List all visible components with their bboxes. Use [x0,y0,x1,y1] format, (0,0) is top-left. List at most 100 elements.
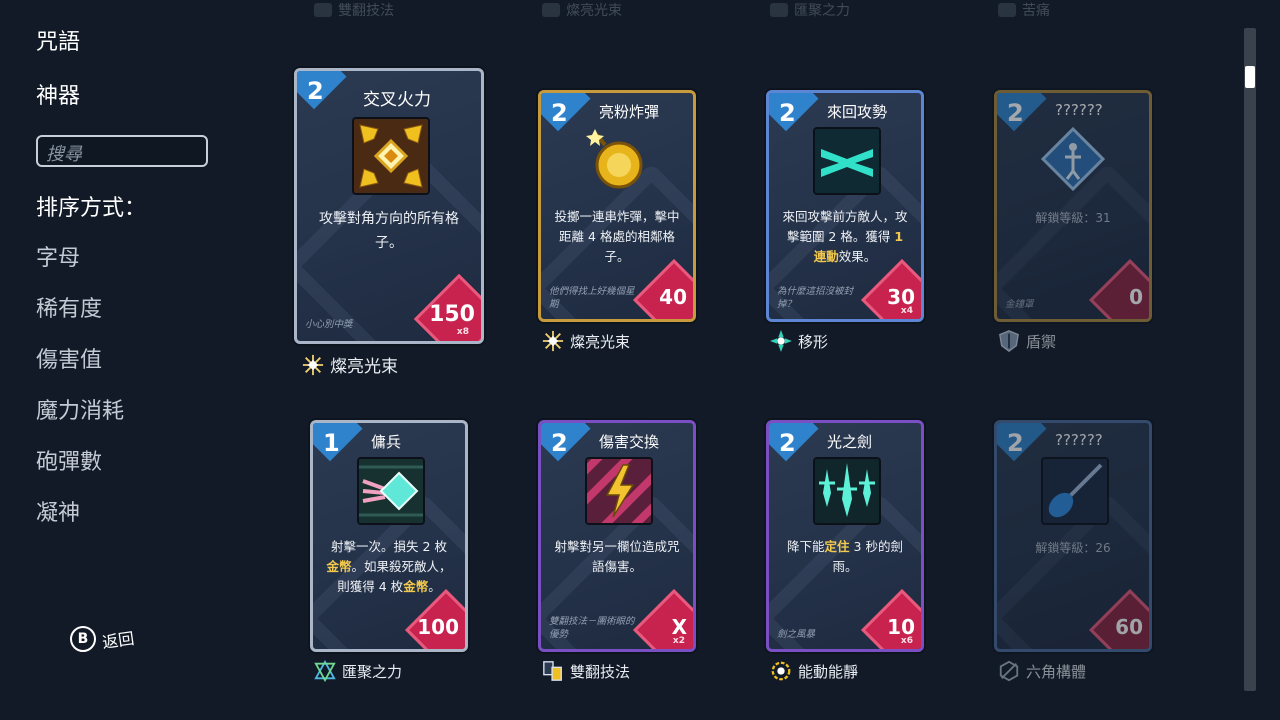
search-input[interactable]: 搜尋 [36,135,208,167]
card-set-back-and-forth: 移形 [770,330,828,352]
cost-number: 60 [1115,615,1143,639]
radiant-beam-icon [302,354,324,375]
level-number: 2 [551,429,568,457]
set-icon [542,3,560,17]
level-number: 2 [307,77,324,105]
spell-card-damage-swap[interactable]: 2 傷害交換 射擊對另一欄位造成咒語傷害。 雙翻技法－團術眼的優勢 X x2 [538,420,696,652]
card-flavor: 為什麼這招沒被封掉？ [777,286,854,310]
cost-multiplier: x8 [456,327,469,337]
set-name: 六角構體 [1026,662,1087,681]
card-description: 投擲一連串炸彈，擊中距離 4 格處的相鄰格子。 [554,209,680,264]
card-flavor: 金鐘罩 [1005,299,1034,310]
unlock-level-text: 解鎖等級：26 [1035,541,1111,555]
b-button-icon: B [70,626,96,652]
sort-rarity[interactable]: 稀有度 [36,291,102,323]
card-frame: 2 亮粉炸彈 投擲一連串炸彈，擊中距離 4 格處的相鄰格子。 他們得找上好幾個星… [538,90,696,322]
set-name: 雙翻技法 [570,662,631,681]
card-flavor: 小心別中獎 [305,319,353,330]
spell-card-locked-1[interactable]: 2 ?????? 解鎖等級：31 金鐘罩 0 [994,90,1152,322]
faded-set: 匯聚之力 [770,0,850,20]
figure-art-icon [1041,127,1105,191]
set-icon [314,3,332,17]
card-description: 射擊一次。損失 2 枚金幣。如果殺死敵人，則獲得 4 枚金幣。 [326,539,452,594]
card-set-mercenary: 匯聚之力 [314,660,402,682]
level-number: 2 [1007,429,1024,457]
staff-art-icon [1041,457,1109,525]
level-number: 1 [323,429,340,457]
back-button[interactable]: B 返回 [70,626,135,652]
spell-card-sword-of-light[interactable]: 2 光之劍 降下能定住 3 秒的劍雨。 劍之風暴 10 x6 [766,420,924,652]
card-flavor: 雙翻技法－團術眼的優勢 [549,616,635,640]
level-number: 2 [551,99,568,127]
card-title: ?????? [1055,101,1103,119]
set-icon [998,3,1016,17]
card-frame: 2 光之劍 降下能定住 3 秒的劍雨。 劍之風暴 10 x6 [766,420,924,652]
cost-multiplier: x6 [900,636,913,646]
card-title: 亮粉炸彈 [599,103,660,121]
card-set-crossfire: 燦亮光束 [302,352,398,377]
nav-spells[interactable]: 咒語 [36,24,80,56]
set-name: 匯聚之力 [342,662,403,681]
scrollbar-thumb[interactable] [1245,66,1255,88]
level-number: 2 [779,429,796,457]
sword-of-light-art-icon [813,457,881,525]
sort-mana-cost[interactable]: 魔力消耗 [36,393,124,425]
card-description: 射擊對另一欄位造成咒語傷害。 [554,539,680,574]
sort-focus[interactable]: 凝神 [36,495,80,527]
back-and-forth-art-icon [813,127,881,195]
spell-card-mercenary[interactable]: 1 傭兵 射擊一次。損失 2 枚金幣。如果殺死敵人，則獲得 4 枚金幣。 100 [310,420,468,652]
set-name: 移形 [798,332,829,351]
card-frame: 2 交叉火力 攻擊對角方向的所有格子。 小心別中獎 150 x8 [294,68,484,344]
set-name: 能動能靜 [798,662,859,681]
card-frame: 2 ?????? 解鎖等級：31 金鐘罩 0 [994,90,1152,322]
card-title: 光之劍 [827,433,873,451]
nav-artifacts[interactable]: 神器 [36,78,80,110]
set-name: 盾禦 [1026,332,1057,351]
faded-set: 燦亮光束 [542,0,622,20]
card-frame: 1 傭兵 射擊一次。損失 2 枚金幣。如果殺死敵人，則獲得 4 枚金幣。 100 [310,420,468,652]
spell-card-glitter-bomb[interactable]: 2 亮粉炸彈 投擲一連串炸彈，擊中距離 4 格處的相鄰格子。 他們得找上好幾個星… [538,90,696,322]
radiant-beam-icon [542,330,564,352]
spell-card-back-and-forth[interactable]: 2 來回攻勢 來回攻擊前方敵人，攻擊範圍 2 格。獲得 1 連動效果。 為什麼這… [766,90,924,322]
sort-damage[interactable]: 傷害值 [36,342,102,374]
level-number: 2 [1007,99,1024,127]
faded-set: 苦痛 [998,0,1050,20]
shield-icon [999,330,1019,352]
sort-alphabet[interactable]: 字母 [36,240,80,272]
sidebar: 咒語 神器 搜尋 排序方式： 字母 稀有度 傷害值 魔力消耗 砲彈數 凝神 B … [0,0,260,720]
bomb-art-icon [585,127,649,191]
faded-set: 雙翻技法 [314,0,394,20]
card-description: 降下能定住 3 秒的劍雨。 [787,539,903,574]
card-description: 來回攻擊前方敵人，攻擊範圍 2 格。獲得 1 連動效果。 [782,209,908,264]
card-title: 來回攻勢 [827,103,888,121]
card-frame: 2 ?????? 解鎖等級：26 60 [994,420,1152,652]
card-frame: 2 來回攻勢 來回攻擊前方敵人，攻擊範圍 2 格。獲得 1 連動效果。 為什麼這… [766,90,924,322]
set-icon [770,3,788,17]
level-number: 2 [779,99,796,127]
spell-card-crossfire[interactable]: 2 交叉火力 攻擊對角方向的所有格子。 小心別中獎 150 x8 [294,68,484,344]
cost-multiplier: x2 [672,636,685,646]
spell-card-locked-2[interactable]: 2 ?????? 解鎖等級：26 60 [994,420,1152,652]
set-name: 燦亮光束 [330,357,398,377]
cost-number: 150 [429,302,475,327]
sort-projectile-count[interactable]: 砲彈數 [36,444,102,476]
card-set-sword-of-light: 能動能靜 [770,660,858,682]
mercenary-art-icon [357,457,425,525]
card-title: ?????? [1055,431,1103,449]
card-set-locked-1: 盾禦 [998,330,1056,352]
card-set-glitter-bomb: 燦亮光束 [542,330,630,352]
set-name: 燦亮光束 [570,332,631,351]
card-description: 攻擊對角方向的所有格子。 [319,211,459,251]
cost-number: 0 [1129,285,1143,309]
card-title: 傷害交換 [599,433,660,451]
card-frame: 2 傷害交換 射擊對另一欄位造成咒語傷害。 雙翻技法－團術眼的優勢 X x2 [538,420,696,652]
convergence-icon [314,660,336,682]
cost-multiplier: x4 [900,306,913,316]
card-flavor: 他們得找上好幾個星期 [549,286,635,310]
card-set-damage-swap: 雙翻技法 [542,660,630,682]
sort-title: 排序方式： [36,196,147,221]
cost-number: 100 [417,615,459,639]
card-flavor: 劍之風暴 [777,629,816,640]
scrollbar-track[interactable] [1244,28,1256,691]
unlock-level-text: 解鎖等級：31 [1035,211,1111,225]
